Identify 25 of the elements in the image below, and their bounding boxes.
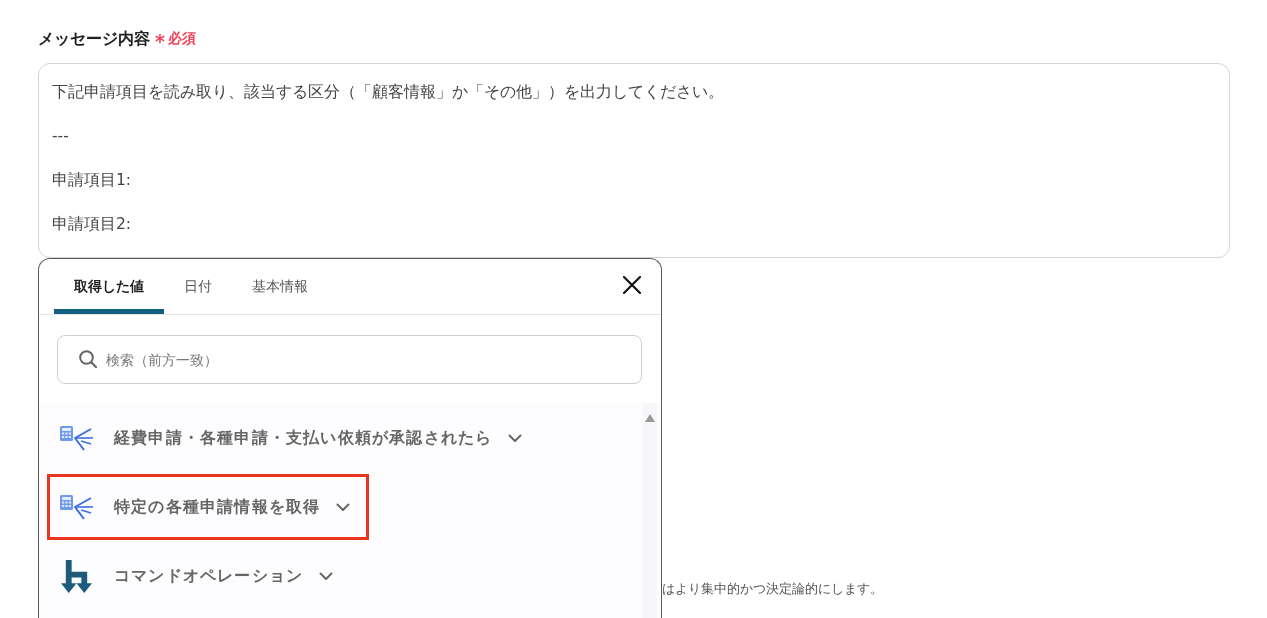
app-list-item[interactable]: 経費申請・各種申請・支払い依頼が承認されたら xyxy=(47,405,542,471)
message-text-line: 申請項目1: xyxy=(52,170,133,191)
message-textarea[interactable]: 下記申請項目を読み取り、該当する区分（「顧客情報」か「その他」）を出力してください。 --- 申請項目1: 申請項目2: xyxy=(38,63,1230,258)
chevron-down-icon xyxy=(508,433,523,443)
required-asterisk: * xyxy=(155,29,165,51)
search-icon xyxy=(79,350,97,368)
message-text-line: --- xyxy=(52,126,70,147)
calculator-arrow-icon xyxy=(60,494,93,520)
picker-tab[interactable]: 日付 xyxy=(164,259,232,314)
required-label: 必須 xyxy=(167,30,196,48)
message-text-line: 申請項目2: xyxy=(52,214,133,235)
chevron-down-icon xyxy=(336,502,351,512)
field-label: メッセージ内容 xyxy=(38,28,150,50)
message-text-line: 下記申請項目を読み取り、該当する区分（「顧客情報」か「その他」）を出力してください。 xyxy=(52,82,725,103)
search-field[interactable]: 検索（前方一致） xyxy=(57,335,642,384)
calculator-arrow-icon xyxy=(60,425,93,451)
app-list-item[interactable]: コマンドオペレーション xyxy=(47,543,353,609)
scroll-up-arrow-icon[interactable] xyxy=(644,414,655,422)
branch-arrows-icon xyxy=(60,559,93,593)
chevron-down-icon xyxy=(319,571,334,581)
close-icon[interactable] xyxy=(623,275,641,294)
picker-tab[interactable]: 取得した値 xyxy=(54,259,164,314)
app-list-item[interactable]: 特定の各種申請情報を取得 xyxy=(47,474,370,540)
help-text: はより集中的かつ決定論的にします。 xyxy=(662,581,883,596)
picker-tab[interactable]: 基本情報 xyxy=(232,259,328,314)
